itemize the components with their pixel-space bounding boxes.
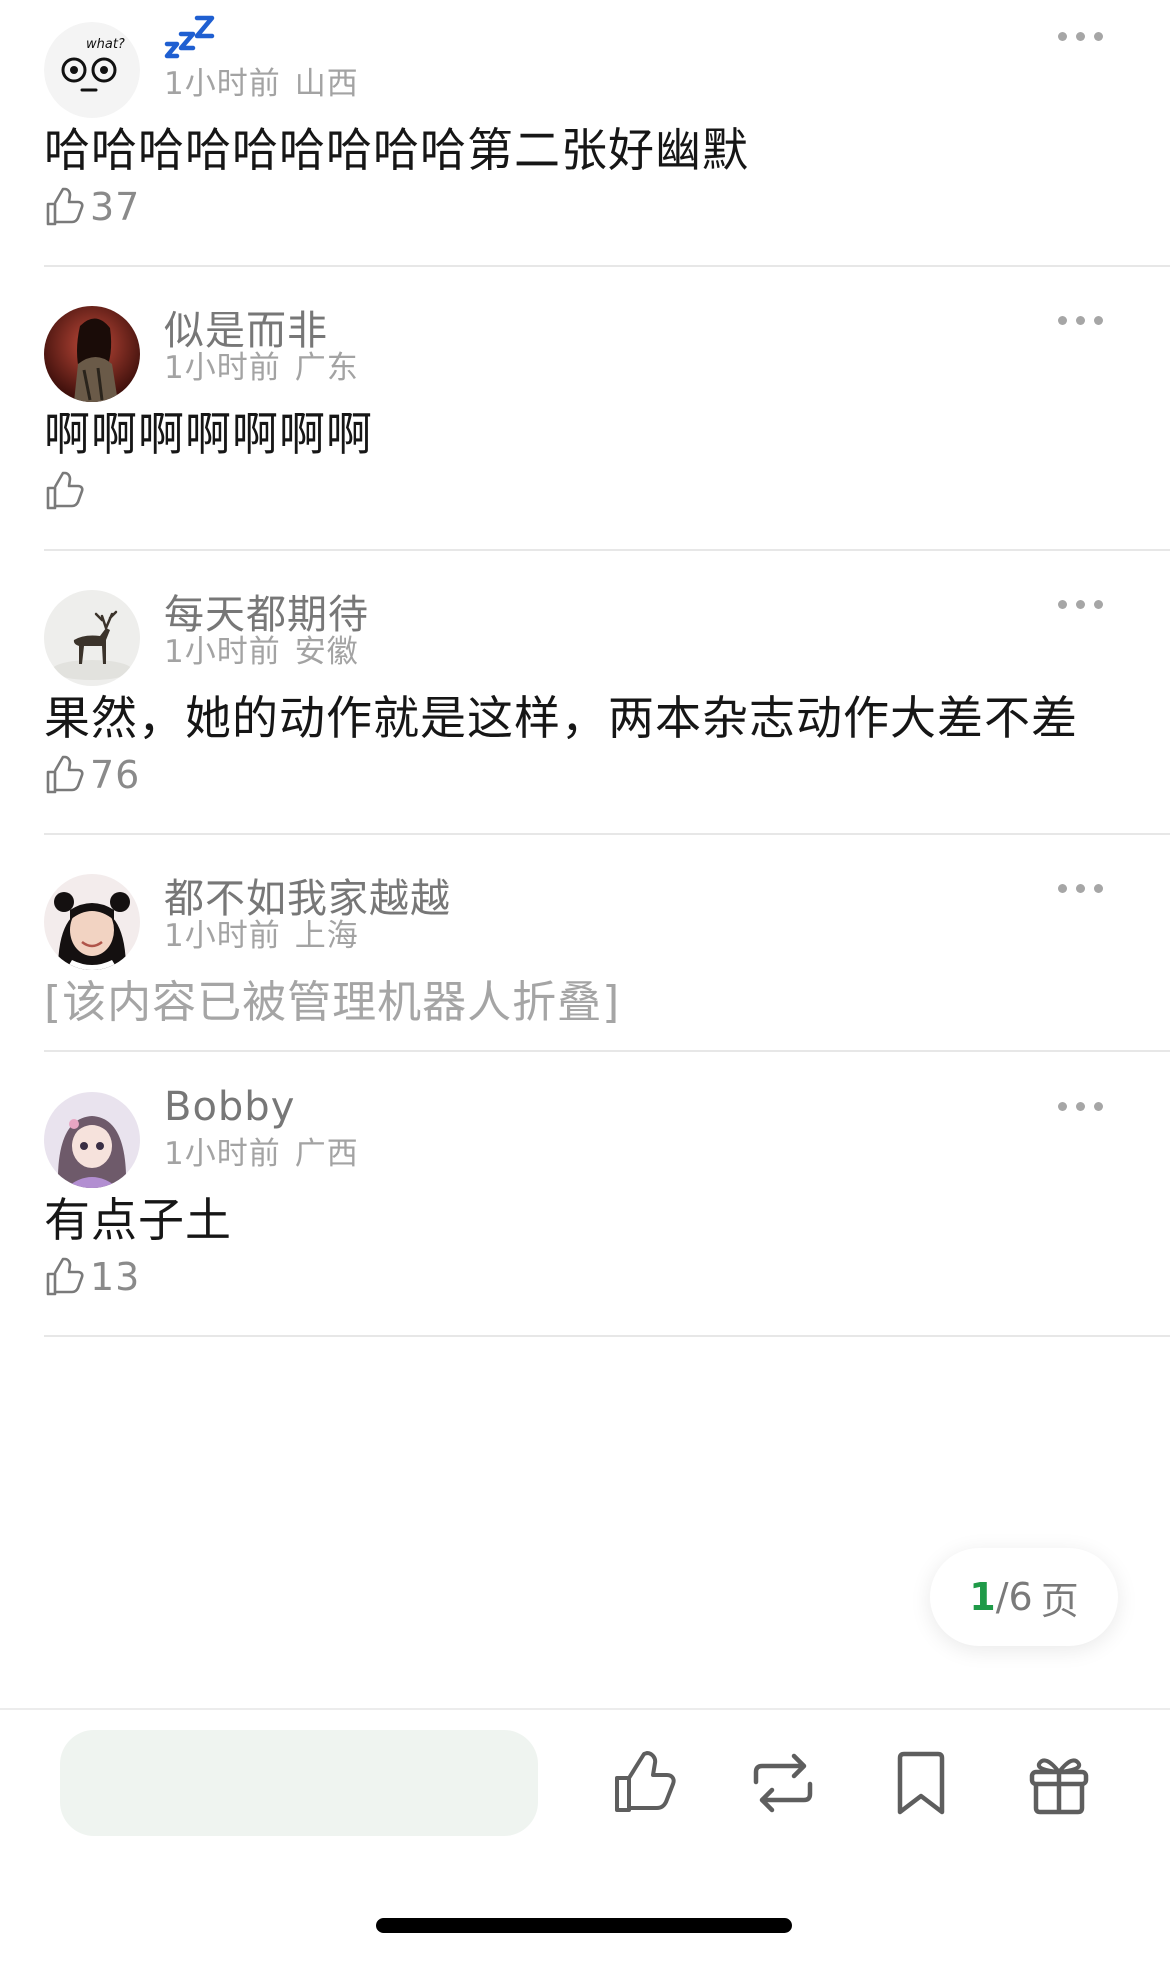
avatar-doodle-icon: what? — [44, 22, 140, 118]
comment-meta: 1小时前 广东 — [164, 342, 359, 387]
comment-text: 哈哈哈哈哈哈哈哈哈第二张好幽默 — [44, 123, 749, 177]
more-options-icon[interactable] — [1058, 30, 1104, 42]
more-options-icon[interactable] — [1058, 598, 1104, 610]
home-indicator — [376, 1918, 792, 1933]
more-options-icon[interactable] — [1058, 1100, 1104, 1112]
like-button[interactable]: 13 — [46, 1252, 140, 1302]
thumb-up-icon[interactable] — [611, 1748, 681, 1818]
gift-icon[interactable] — [1024, 1748, 1094, 1818]
more-options-icon[interactable] — [1058, 314, 1104, 326]
comment-meta: 1小时前 安徽 — [164, 626, 359, 671]
comment-time: 1小时前 — [164, 634, 281, 670]
page-unit: 页 — [1040, 1578, 1079, 1623]
comment-location: 安徽 — [294, 634, 359, 670]
divider — [44, 549, 1170, 551]
comment-text: 有点子土 — [44, 1193, 232, 1247]
page-current: 1 — [969, 1575, 996, 1619]
like-button[interactable]: 37 — [46, 182, 140, 232]
comment-location: 广西 — [294, 1136, 359, 1172]
comment-meta: 1小时前 上海 — [164, 910, 359, 955]
page-total: /6 — [995, 1575, 1033, 1619]
avatar[interactable] — [44, 874, 140, 970]
comment-time: 1小时前 — [164, 350, 281, 386]
comment-text: 果然，她的动作就是这样，两本杂志动作大差不差 — [44, 691, 1078, 745]
avatar-girl-icon — [44, 874, 140, 970]
comment-time: 1小时前 — [164, 66, 281, 102]
divider — [44, 833, 1170, 835]
divider — [44, 1050, 1170, 1052]
thumb-up-icon — [46, 1257, 84, 1296]
like-button[interactable] — [46, 466, 90, 516]
username[interactable]: Bobby — [164, 1084, 295, 1130]
avatar-photo-icon — [44, 306, 140, 402]
comment-location: 广东 — [294, 350, 359, 386]
comment-time: 1小时前 — [164, 1136, 281, 1172]
more-options-icon[interactable] — [1058, 882, 1104, 894]
avatar[interactable]: what? — [44, 22, 140, 118]
bookmark-icon[interactable] — [886, 1748, 956, 1818]
svg-text:what?: what? — [86, 37, 125, 52]
comment-time: 1小时前 — [164, 918, 281, 954]
avatar[interactable] — [44, 590, 140, 686]
folded-comment-notice[interactable]: [该内容已被管理机器人折叠] — [44, 966, 620, 1030]
avatar[interactable] — [44, 1092, 140, 1188]
divider — [44, 265, 1170, 267]
page-indicator[interactable]: 1/6 页 — [930, 1548, 1118, 1646]
zzz-sleep-icon — [164, 15, 215, 59]
comment-location: 上海 — [294, 918, 359, 954]
avatar-cartoon-girl-icon — [44, 1092, 140, 1188]
bottom-bar-divider — [0, 1708, 1170, 1710]
like-count: 76 — [90, 753, 141, 797]
comment-location: 山西 — [294, 66, 359, 102]
like-count: 37 — [90, 185, 141, 229]
avatar-deer-icon — [44, 590, 140, 686]
comment-text: 啊啊啊啊啊啊啊 — [44, 407, 373, 461]
thumb-up-icon — [46, 755, 84, 794]
thumb-up-icon — [46, 187, 84, 226]
comment-input[interactable] — [60, 1730, 538, 1836]
like-button[interactable]: 76 — [46, 750, 140, 800]
like-count: 13 — [90, 1255, 141, 1299]
repost-icon[interactable] — [748, 1748, 818, 1818]
comment-meta: 1小时前 山西 — [164, 58, 359, 103]
divider — [44, 1335, 1170, 1337]
thumb-up-icon — [46, 471, 84, 510]
avatar[interactable] — [44, 306, 140, 402]
comment-meta: 1小时前 广西 — [164, 1128, 359, 1173]
